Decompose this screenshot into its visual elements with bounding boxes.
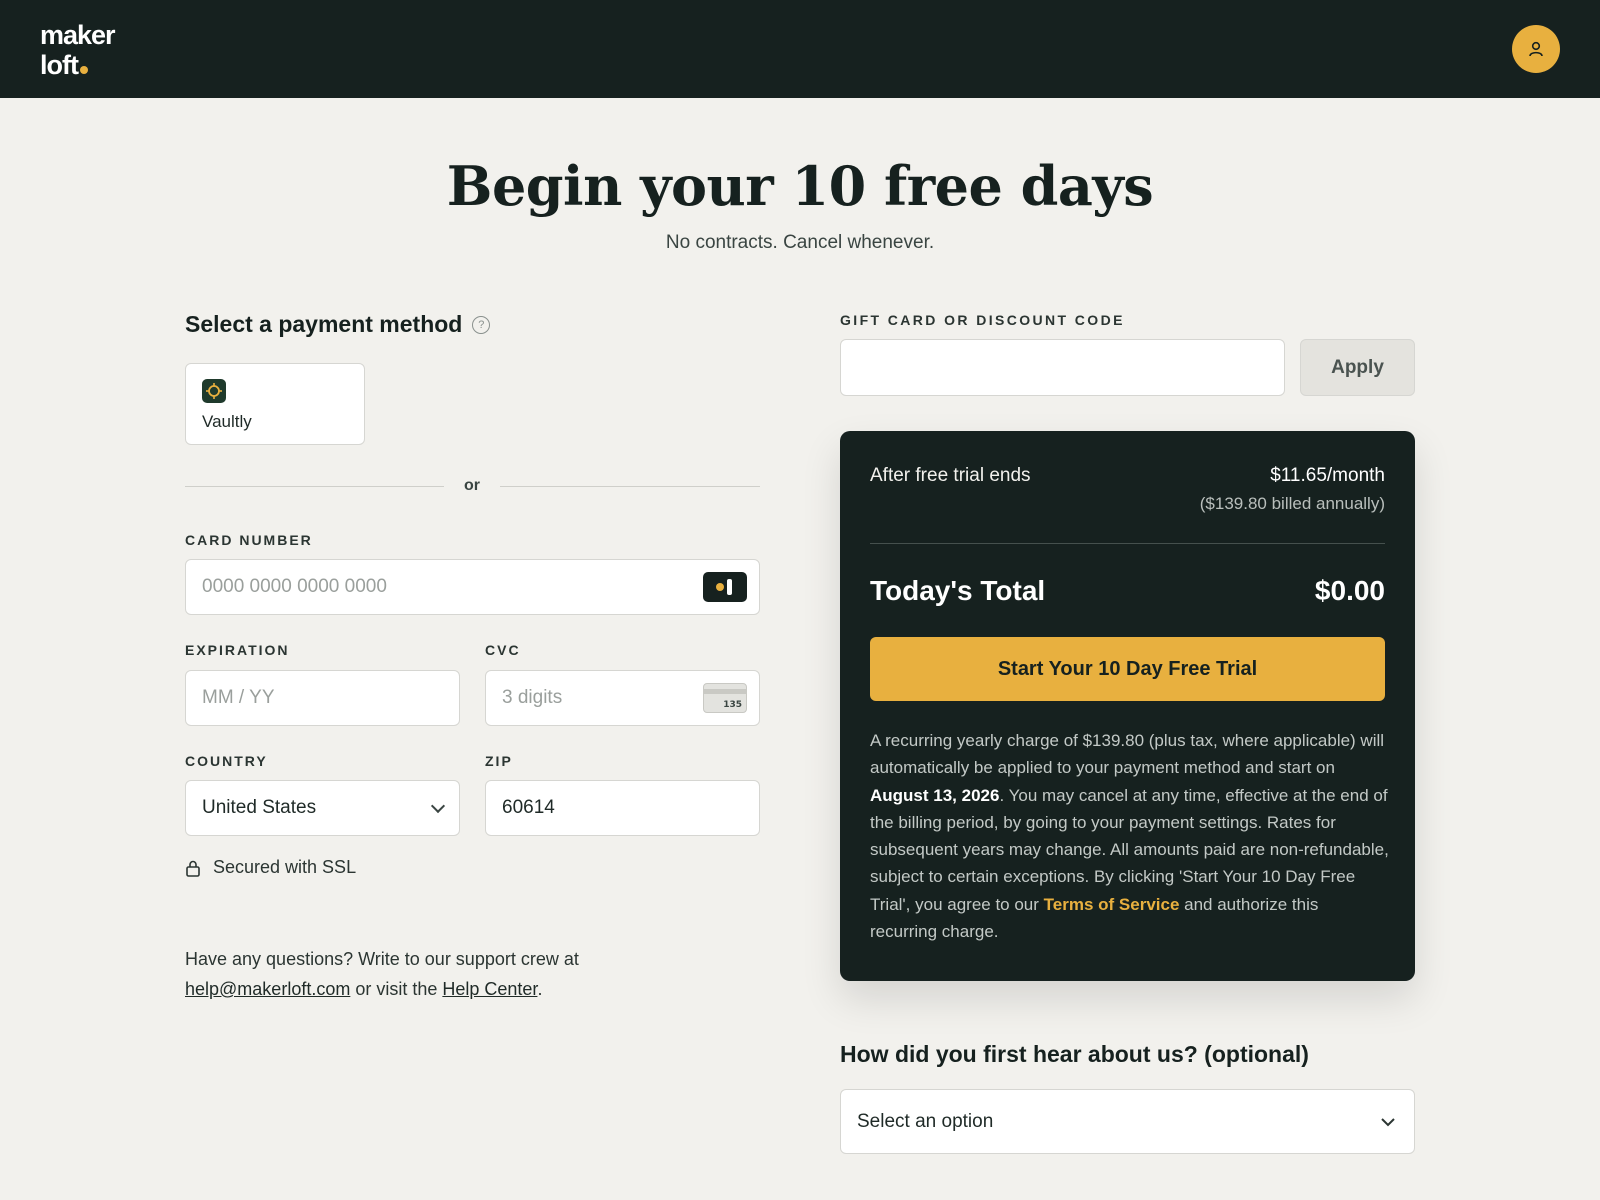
logo-line2-text: loft (40, 50, 79, 80)
cvc-label: CVC (485, 642, 521, 658)
logo[interactable]: maker loft (40, 20, 116, 80)
discount-code-input[interactable] (840, 339, 1285, 396)
user-icon (1529, 41, 1543, 57)
support-text-middle: or visit the (350, 979, 443, 999)
referral-source-value: Select an option (857, 1110, 994, 1132)
question-circle-icon[interactable]: ? (472, 315, 491, 334)
country-select[interactable]: United States (185, 780, 460, 836)
card-number-field[interactable]: 0000 0000 0000 0000 (185, 559, 760, 615)
support-email-link[interactable]: help@makerloft.com (185, 979, 350, 999)
vaultly-wallet-button[interactable]: Vaultly (185, 363, 365, 445)
ssl-notice: Secured with SSL (185, 857, 356, 878)
todays-total-label: Today's Total (870, 575, 1046, 606)
todays-total-value: $0.00 (1314, 575, 1385, 606)
apply-button[interactable]: Apply (1300, 339, 1415, 396)
renewal-date: August 13, 2026 (870, 785, 1000, 805)
divider-right (500, 486, 760, 487)
divider-or-text: or (464, 477, 480, 494)
payment-method-title: Select a payment method (185, 311, 463, 337)
chevron-down-icon (430, 798, 446, 814)
legal-text-1: A recurring yearly charge of $139.80 (pl… (870, 731, 1385, 778)
discount-code-label: GIFT CARD OR DISCOUNT CODE (840, 312, 1125, 328)
expiration-field[interactable]: MM / YY (185, 670, 460, 726)
referral-source-select[interactable]: Select an option (840, 1089, 1415, 1154)
chevron-down-icon (1381, 1118, 1395, 1127)
page-title: Begin your 10 free days (446, 154, 1154, 218)
card-number-placeholder: 0000 0000 0000 0000 (202, 576, 387, 597)
terms-of-service-link[interactable]: Terms of Service (1044, 895, 1180, 914)
card-number-label: CARD NUMBER (185, 532, 313, 548)
start-free-trial-button[interactable]: Start Your 10 Day Free Trial (870, 637, 1385, 701)
cvc-card-icon: 135 (703, 683, 747, 713)
logo-dot (79, 66, 88, 74)
after-trial-label: After free trial ends (870, 465, 1031, 486)
support-text-before: Have any questions? Write to our support… (185, 949, 579, 969)
ssl-text: Secured with SSL (213, 857, 357, 877)
logo-line1: maker (40, 20, 116, 50)
country-value: United States (202, 797, 317, 818)
order-summary-card: After free trial ends $11.65/month ($139… (840, 431, 1415, 981)
cvc-field[interactable]: 3 digits 135 (485, 670, 760, 726)
account-avatar-button[interactable] (1512, 25, 1560, 73)
zip-label: ZIP (485, 753, 513, 769)
legal-disclaimer: A recurring yearly charge of $139.80 (pl… (870, 727, 1390, 945)
help-center-link[interactable]: Help Center (442, 979, 537, 999)
payment-method-heading: Select a payment method ? (185, 311, 491, 338)
logo-line2: loft (40, 50, 115, 80)
country-label: COUNTRY (185, 753, 268, 769)
cvc-icon-number: 135 (723, 700, 742, 710)
credit-card-icon (703, 572, 747, 602)
zip-value: 60614 (502, 797, 555, 818)
divider-left (185, 486, 444, 487)
expiration-label: EXPIRATION (185, 642, 290, 658)
referral-source-heading: How did you first hear about us? (option… (840, 1041, 1309, 1067)
monthly-price: $11.65/month (1270, 465, 1385, 486)
support-text: Have any questions? Write to our support… (185, 944, 655, 1004)
summary-divider (870, 543, 1385, 544)
cvc-placeholder: 3 digits (502, 687, 563, 708)
top-bar: maker loft (0, 0, 1600, 98)
vaultly-label: Vaultly (202, 412, 252, 431)
expiration-placeholder: MM / YY (202, 687, 275, 708)
zip-field[interactable]: 60614 (485, 780, 760, 836)
lock-icon (186, 860, 200, 877)
annual-billing-note: ($139.80 billed annually) (1199, 494, 1385, 513)
vaultly-logo-icon (202, 379, 226, 403)
page-subtitle: No contracts. Cancel whenever. (665, 232, 935, 253)
support-text-after: . (537, 979, 543, 999)
